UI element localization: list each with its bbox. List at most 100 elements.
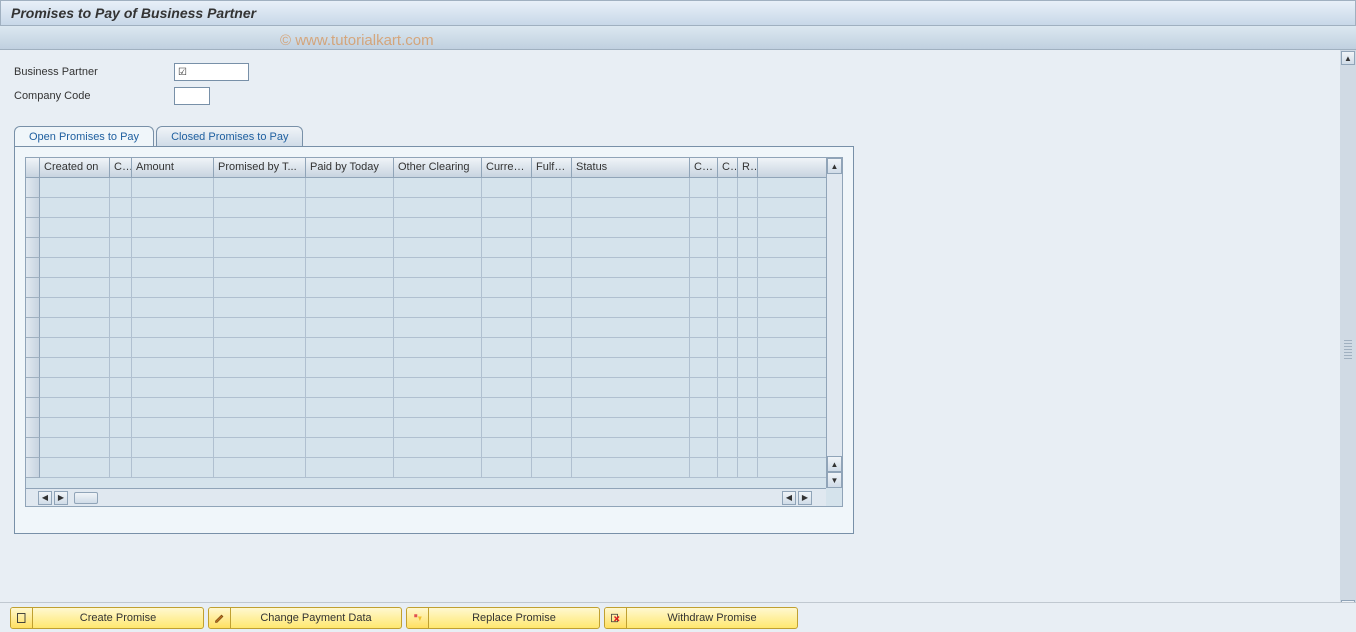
table-cell[interactable]	[40, 458, 110, 477]
table-cell[interactable]	[40, 218, 110, 237]
table-cell[interactable]	[482, 258, 532, 277]
table-cell[interactable]	[738, 218, 758, 237]
table-cell[interactable]	[690, 238, 718, 257]
table-cell[interactable]	[718, 338, 738, 357]
row-selector[interactable]	[26, 418, 40, 438]
table-cell[interactable]	[738, 438, 758, 457]
table-cell[interactable]	[394, 198, 482, 217]
row-selector[interactable]	[26, 458, 40, 478]
table-cell[interactable]	[306, 398, 394, 417]
table-cell[interactable]	[532, 258, 572, 277]
row-selector[interactable]	[26, 378, 40, 398]
table-cell[interactable]	[718, 318, 738, 337]
withdraw-promise-button[interactable]: Withdraw Promise	[604, 607, 798, 629]
table-cell[interactable]	[306, 318, 394, 337]
scroll-right-icon[interactable]: ▶	[798, 491, 812, 505]
column-header[interactable]: Status	[572, 158, 690, 177]
table-cell[interactable]	[482, 198, 532, 217]
table-cell[interactable]	[132, 278, 214, 297]
table-cell[interactable]	[690, 378, 718, 397]
table-cell[interactable]	[738, 298, 758, 317]
table-cell[interactable]	[110, 238, 132, 257]
table-cell[interactable]	[482, 418, 532, 437]
table-cell[interactable]	[110, 398, 132, 417]
table-cell[interactable]	[690, 418, 718, 437]
table-cell[interactable]	[738, 358, 758, 377]
table-cell[interactable]	[110, 218, 132, 237]
company-code-input[interactable]	[174, 87, 210, 105]
table-cell[interactable]	[40, 438, 110, 457]
table-cell[interactable]	[306, 278, 394, 297]
table-cell[interactable]	[306, 438, 394, 457]
table-cell[interactable]	[690, 218, 718, 237]
table-cell[interactable]	[572, 278, 690, 297]
table-cell[interactable]	[738, 258, 758, 277]
table-cell[interactable]	[132, 198, 214, 217]
table-cell[interactable]	[394, 358, 482, 377]
table-cell[interactable]	[110, 198, 132, 217]
table-cell[interactable]	[572, 338, 690, 357]
table-cell[interactable]	[482, 378, 532, 397]
table-cell[interactable]	[572, 418, 690, 437]
table-cell[interactable]	[482, 398, 532, 417]
business-partner-input[interactable]: ☑	[174, 63, 249, 81]
table-cell[interactable]	[306, 178, 394, 197]
table-cell[interactable]	[572, 378, 690, 397]
row-selector[interactable]	[26, 398, 40, 418]
table-cell[interactable]	[214, 238, 306, 257]
column-header[interactable]: C...	[718, 158, 738, 177]
table-cell[interactable]	[394, 398, 482, 417]
table-cell[interactable]	[718, 418, 738, 437]
table-cell[interactable]	[572, 178, 690, 197]
scroll-down-icon[interactable]: ▼	[827, 472, 842, 488]
table-cell[interactable]	[214, 378, 306, 397]
table-cell[interactable]	[306, 238, 394, 257]
table-cell[interactable]	[482, 318, 532, 337]
row-selector[interactable]	[26, 218, 40, 238]
table-cell[interactable]	[532, 298, 572, 317]
table-cell[interactable]	[532, 438, 572, 457]
table-cell[interactable]	[110, 458, 132, 477]
table-cell[interactable]	[718, 198, 738, 217]
scroll-right-icon[interactable]: ▶	[54, 491, 68, 505]
scroll-left-icon[interactable]: ◀	[782, 491, 796, 505]
table-cell[interactable]	[532, 378, 572, 397]
table-cell[interactable]	[738, 418, 758, 437]
table-cell[interactable]	[572, 398, 690, 417]
page-vertical-scrollbar[interactable]: ▲ ▲ ▼	[1340, 50, 1356, 630]
table-cell[interactable]	[572, 438, 690, 457]
table-cell[interactable]	[110, 438, 132, 457]
table-cell[interactable]	[738, 318, 758, 337]
table-cell[interactable]	[394, 338, 482, 357]
table-cell[interactable]	[532, 358, 572, 377]
table-cell[interactable]	[110, 378, 132, 397]
table-cell[interactable]	[482, 238, 532, 257]
column-header[interactable]: Curren...	[482, 158, 532, 177]
row-selector[interactable]	[26, 238, 40, 258]
table-cell[interactable]	[132, 378, 214, 397]
table-cell[interactable]	[110, 278, 132, 297]
table-cell[interactable]	[40, 238, 110, 257]
table-cell[interactable]	[738, 398, 758, 417]
row-selector[interactable]	[26, 198, 40, 218]
table-cell[interactable]	[572, 458, 690, 477]
table-cell[interactable]	[572, 358, 690, 377]
table-cell[interactable]	[690, 298, 718, 317]
table-cell[interactable]	[394, 258, 482, 277]
table-cell[interactable]	[306, 418, 394, 437]
column-header[interactable]: Amount	[132, 158, 214, 177]
table-cell[interactable]	[40, 418, 110, 437]
column-header[interactable]: Created on	[40, 158, 110, 177]
table-cell[interactable]	[306, 338, 394, 357]
row-selector[interactable]	[26, 258, 40, 278]
table-cell[interactable]	[532, 178, 572, 197]
table-cell[interactable]	[40, 258, 110, 277]
table-cell[interactable]	[394, 418, 482, 437]
table-cell[interactable]	[532, 418, 572, 437]
table-cell[interactable]	[394, 458, 482, 477]
table-cell[interactable]	[394, 218, 482, 237]
scroll-thumb[interactable]	[74, 492, 98, 504]
table-cell[interactable]	[214, 218, 306, 237]
table-cell[interactable]	[572, 258, 690, 277]
table-cell[interactable]	[132, 318, 214, 337]
